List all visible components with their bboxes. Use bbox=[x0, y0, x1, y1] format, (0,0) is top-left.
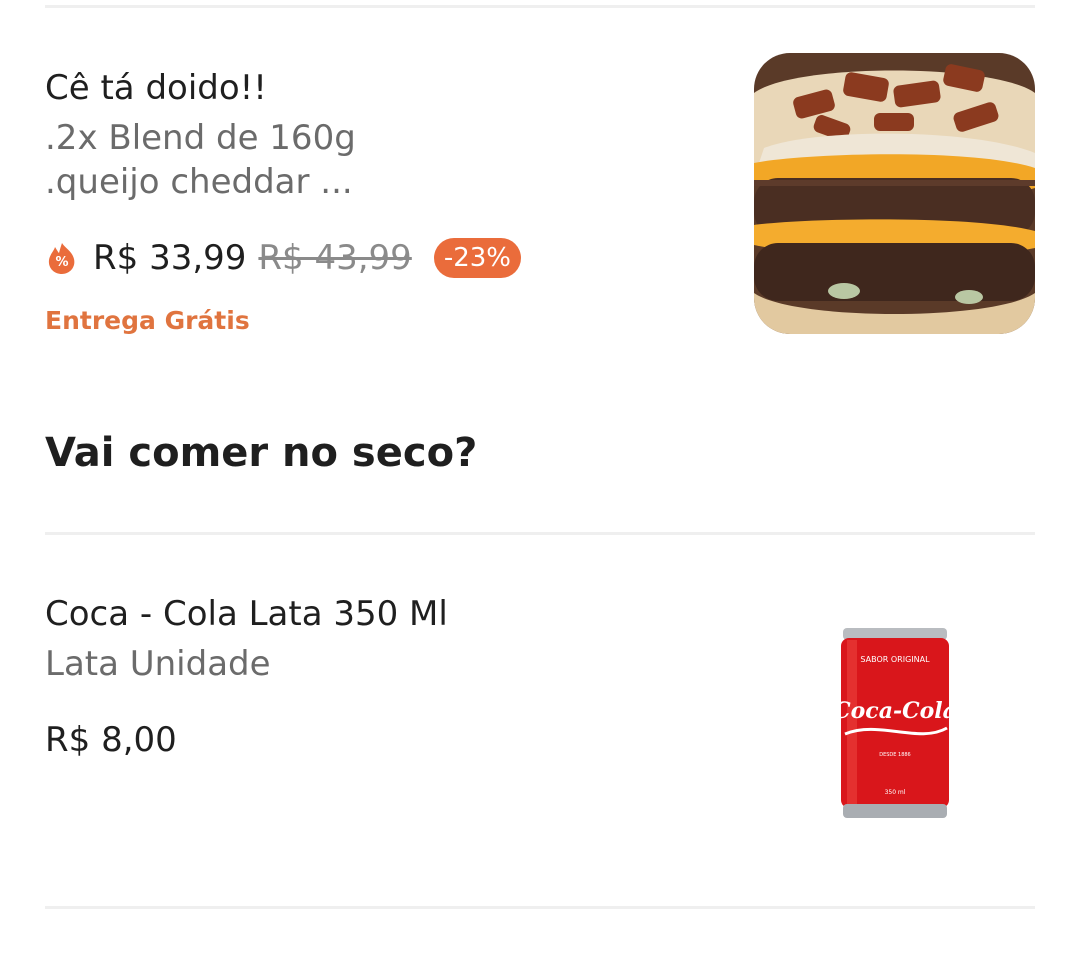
product-card-coca-cola[interactable]: Coca - Cola Lata 350 Ml Lata Unidade R$ … bbox=[45, 540, 1035, 900]
drink-price-row: R$ 8,00 bbox=[45, 720, 177, 760]
product-description-line1: .2x Blend de 160g bbox=[45, 118, 356, 158]
can-volume-text: 350 ml bbox=[885, 789, 906, 796]
discount-badge: -23% bbox=[433, 238, 521, 278]
discount-flame-icon: % bbox=[45, 241, 79, 275]
burger-image[interactable] bbox=[754, 53, 1035, 334]
price-row: % R$ 33,99 R$ 43,99 -23% bbox=[45, 238, 521, 278]
current-price: R$ 33,99 bbox=[93, 238, 247, 278]
product-name: Cê tá doido!! bbox=[45, 68, 267, 108]
product-description-line2: .queijo cheddar ... bbox=[45, 162, 353, 202]
section-divider bbox=[45, 532, 1035, 535]
svg-text:%: % bbox=[55, 255, 68, 270]
drink-description: Lata Unidade bbox=[45, 644, 271, 684]
free-delivery-label: Entrega Grátis bbox=[45, 306, 250, 335]
old-price: R$ 43,99 bbox=[258, 238, 412, 278]
product-card-burger[interactable]: Cê tá doido!! .2x Blend de 160g .queijo … bbox=[45, 0, 1035, 360]
bottom-divider bbox=[45, 906, 1035, 909]
can-top-text: SABOR ORIGINAL bbox=[860, 655, 930, 664]
drink-name: Coca - Cola Lata 350 Ml bbox=[45, 594, 448, 634]
coca-cola-can-image[interactable]: SABOR ORIGINAL Coca-Cola DESDE 1886 350 … bbox=[829, 624, 975, 824]
drink-price: R$ 8,00 bbox=[45, 720, 177, 760]
can-since-text: DESDE 1886 bbox=[879, 752, 911, 758]
can-brand-text: Coca-Cola bbox=[833, 698, 957, 724]
section-title: Vai comer no seco? bbox=[45, 430, 478, 476]
